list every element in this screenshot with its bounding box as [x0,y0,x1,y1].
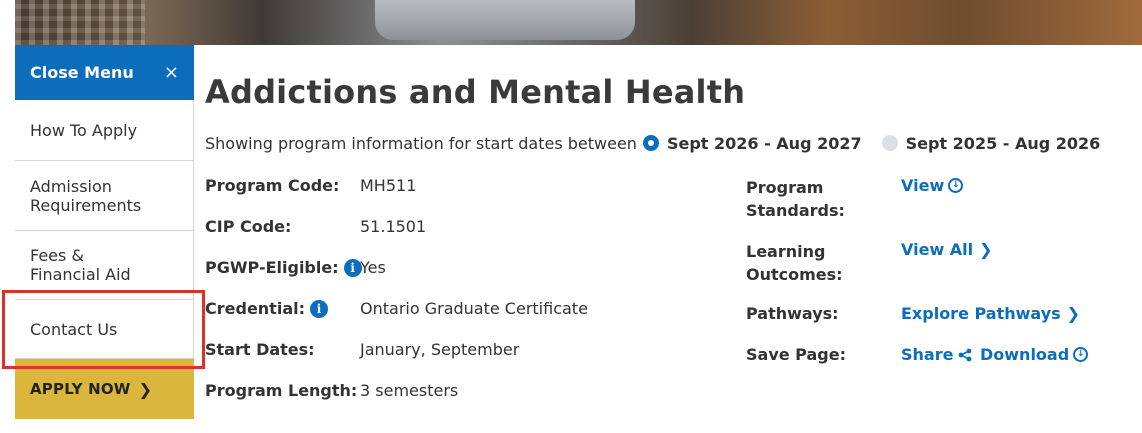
share-icon [959,348,972,361]
cip-code-label: CIP Code: [205,217,292,236]
radio-sept-2026[interactable] [642,135,659,151]
save-page-label: Save Page: [746,345,846,364]
cip-code-value: 51.1501 [360,217,427,236]
credential-label: Credential: i [205,299,328,318]
dates-intro-text: Showing program information for start da… [205,133,637,153]
start-dates-label: Start Dates: [205,340,315,359]
radio-label-sept-2026[interactable]: Sept 2026 - Aug 2027 [667,134,862,153]
program-standards-label: Program Standards: [746,178,845,220]
menu-item-label: Contact Us [30,319,118,339]
hero-plaid-shirt [15,0,145,45]
learning-outcomes-view-all-link[interactable]: View All ❯ [901,240,993,259]
program-length-value: 3 semesters [360,381,459,400]
menu-item-admission-requirements[interactable]: Admission Requirements [15,161,194,231]
page-title: Addictions and Mental Health [205,73,746,111]
download-circle-icon: ↓ [1073,347,1089,362]
radio-sept-2025[interactable] [881,135,898,151]
start-date-selector: Showing program information for start da… [205,132,1100,154]
chevron-right-icon: ❯ [1066,304,1081,323]
close-menu-button[interactable]: Close Menu × [15,45,194,100]
credential-value: Ontario Graduate Certificate [360,299,588,318]
hero-image [15,0,1142,45]
program-side-menu: Close Menu × How To Apply Admission Requ… [15,45,194,419]
close-menu-label: Close Menu [30,63,134,82]
explore-pathways-link[interactable]: Explore Pathways ❯ [901,304,1080,323]
info-icon[interactable]: i [310,299,328,318]
menu-item-label: Fees & Financial Aid [30,246,131,284]
pgwp-value: Yes [360,258,386,277]
info-icon[interactable]: i [343,258,362,277]
share-link[interactable]: Share [901,345,972,364]
chevron-right-icon: ❯ [979,240,993,259]
pathways-label: Pathways: [746,304,839,323]
apply-now-button[interactable]: APPLY NOW ❯ [15,359,194,419]
menu-item-fees-financial-aid[interactable]: Fees & Financial Aid [15,231,194,300]
program-code-label: Program Code: [205,176,340,195]
start-dates-value: January, September [360,340,520,359]
menu-item-label: How To Apply [30,120,138,140]
menu-item-label: Admission Requirements [30,176,142,215]
program-length-label: Program Length: [205,381,358,400]
close-icon[interactable]: × [164,63,179,82]
download-link[interactable]: Download ↓ [980,345,1089,364]
hero-laptop [375,0,635,40]
menu-item-contact-us[interactable]: Contact Us [15,300,194,359]
chevron-right-icon: ❯ [138,379,153,399]
menu-item-how-to-apply[interactable]: How To Apply [15,100,194,161]
pgwp-label: PGWP-Eligible: i [205,258,362,277]
learning-outcomes-label: Learning Outcomes: [746,242,843,284]
apply-now-label: APPLY NOW [30,380,131,398]
program-standards-view-link[interactable]: View ↓ [901,176,964,195]
program-code-value: MH511 [360,176,417,195]
radio-label-sept-2025[interactable]: Sept 2025 - Aug 2026 [906,134,1101,153]
download-circle-icon: ↓ [948,178,964,193]
